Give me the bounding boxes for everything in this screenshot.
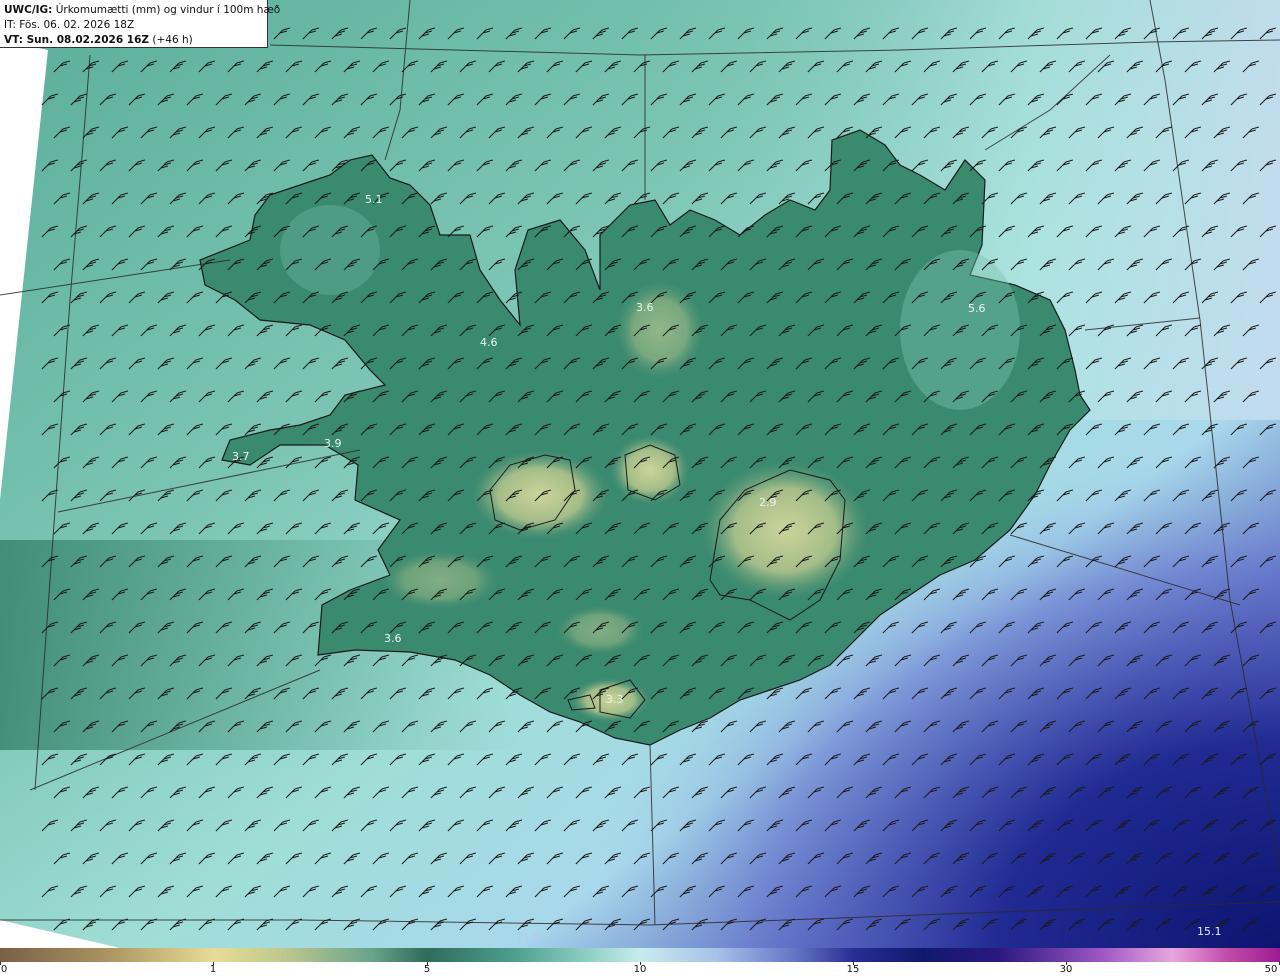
value-label: 4.6 bbox=[480, 336, 498, 349]
value-label: 3.7 bbox=[232, 450, 250, 463]
colorbar-label: 30 bbox=[1059, 964, 1073, 975]
title-line: UWC/IG: Úrkomumætti (mm) og vindur í 100… bbox=[4, 3, 280, 18]
precip-colorbar: 0 1 5 10 15 30 50 bbox=[0, 948, 1280, 978]
colorbar-strip bbox=[0, 948, 1280, 962]
value-label: 5.1 bbox=[365, 193, 383, 206]
valid-time: VT: Sun. 08.02.2026 16Z bbox=[4, 34, 150, 46]
value-label: 3.3 bbox=[606, 693, 624, 706]
value-label: 3.6 bbox=[636, 301, 654, 314]
colorbar-label: 10 bbox=[633, 964, 647, 975]
colorbar-label: 1 bbox=[209, 964, 217, 975]
forecast-map: 5.1 4.6 3.6 5.6 3.9 3.7 2.9 3.6 3.3 11.6… bbox=[0, 0, 1280, 948]
colorbar-label: 50 bbox=[1264, 964, 1278, 975]
forecast-offset: (+46 h) bbox=[152, 34, 193, 46]
value-label: 5.6 bbox=[968, 302, 986, 315]
value-label: 2.9 bbox=[759, 496, 777, 509]
valid-time-line: VT: Sun. 08.02.2026 16Z (+46 h) bbox=[4, 33, 263, 48]
product-code: UWC/IG: bbox=[4, 4, 53, 16]
issue-time: IT: Fös. 06. 02. 2026 18Z bbox=[4, 19, 135, 31]
colorbar-label: 5 bbox=[423, 964, 431, 975]
value-label: 11.6 bbox=[516, 931, 541, 944]
map-title-box: UWC/IG: Úrkomumætti (mm) og vindur í 100… bbox=[0, 0, 280, 48]
value-label: 3.9 bbox=[324, 437, 342, 450]
value-label: 3.6 bbox=[384, 632, 402, 645]
map-title: Úrkomumætti (mm) og vindur í 100m hæð bbox=[55, 4, 281, 16]
value-label: 15.1 bbox=[1197, 925, 1222, 938]
colorbar-label: 15 bbox=[846, 964, 860, 975]
colorbar-label: 0 bbox=[0, 964, 8, 975]
